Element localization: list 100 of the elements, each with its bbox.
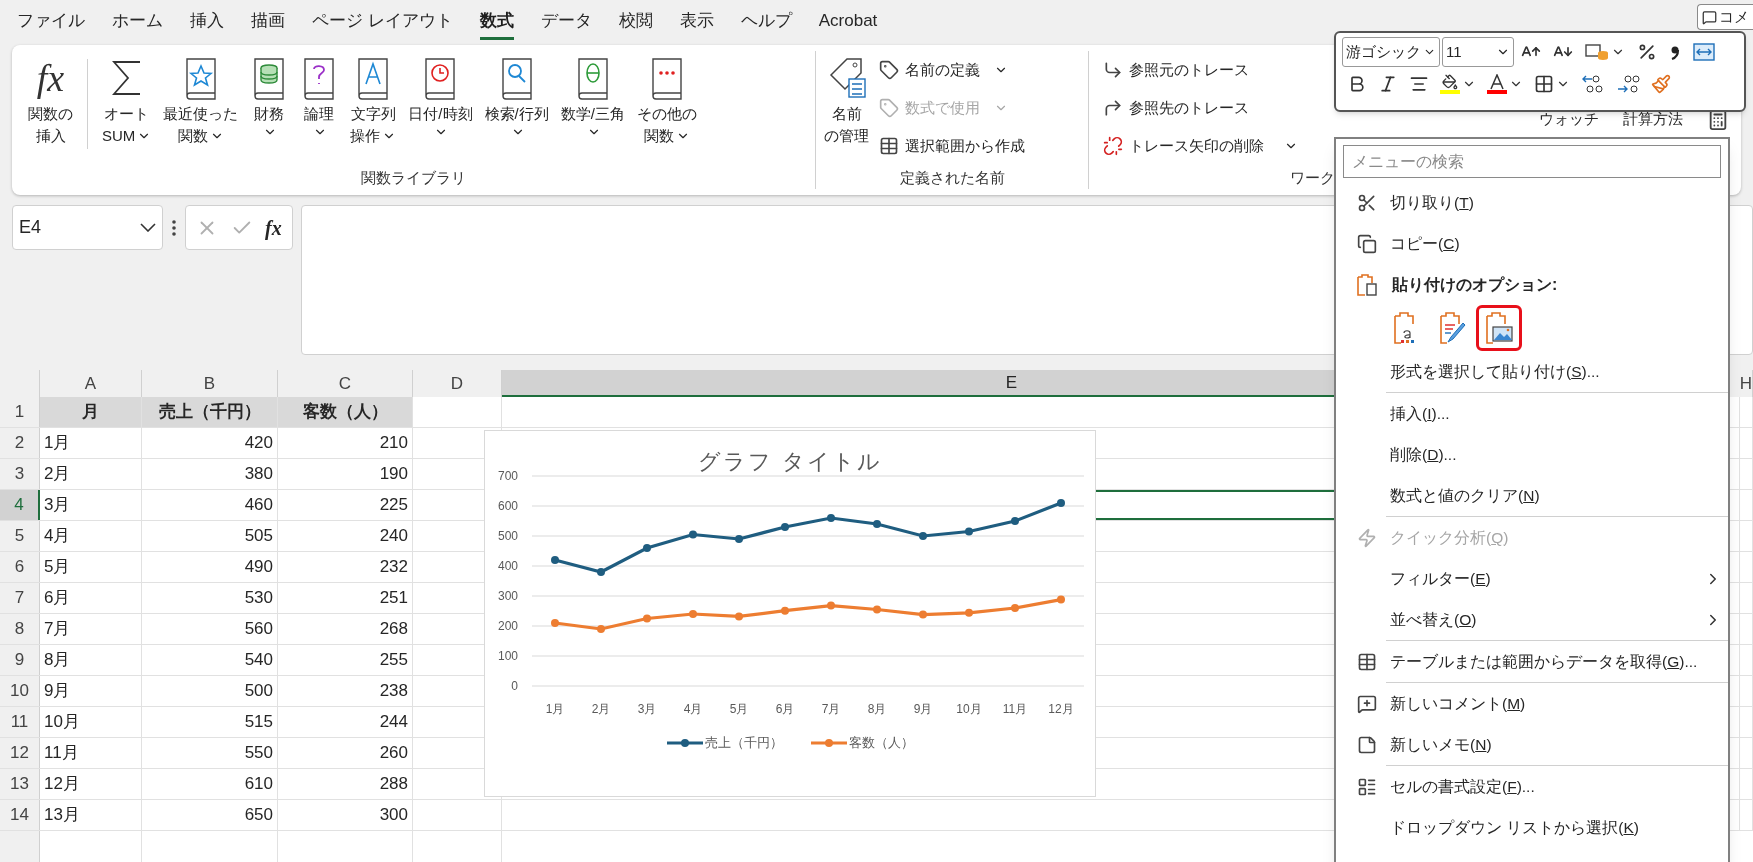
data-point	[965, 608, 973, 617]
data-point	[1011, 517, 1019, 525]
table-cell: 251	[278, 583, 413, 613]
menu-item[interactable]: 新しいコメント(M)	[1336, 683, 1728, 724]
ribbon-button[interactable]: 最近使った 関数	[157, 53, 245, 167]
menu-item[interactable]: 並べ替え(O)	[1336, 599, 1728, 640]
ribbon-button[interactable]: 選択範囲から作成	[879, 133, 1025, 159]
row-header[interactable]: 10	[0, 676, 40, 706]
name-manager-button[interactable]: 名前 の管理	[820, 53, 873, 167]
comment-button[interactable]: コメ	[1697, 4, 1753, 30]
align-center-icon	[1409, 74, 1429, 94]
function-icon: fx	[36, 56, 65, 100]
menu-item[interactable]: フィルター(E)	[1336, 558, 1728, 599]
row-header[interactable]: 5	[0, 521, 40, 551]
lightning-icon	[1357, 527, 1377, 548]
paste-option-button[interactable]	[1476, 305, 1522, 351]
insert-function-button[interactable]: fx	[265, 212, 282, 243]
ribbon-tab[interactable]: 校閲	[618, 4, 653, 40]
ribbon-tab[interactable]: 数式	[479, 4, 514, 40]
axis-tick-label: 300	[497, 589, 518, 603]
chart-title: グラフ タイトル	[698, 448, 882, 476]
menu-item[interactable]: 数式と値のクリア(N)	[1336, 475, 1728, 516]
font-size-field[interactable]: 11	[1442, 37, 1514, 67]
ribbon-button[interactable]: その他の 関数	[630, 53, 703, 167]
data-point	[643, 544, 651, 552]
ribbon-tab[interactable]: ヘルプ	[740, 4, 792, 40]
ribbon-button[interactable]: 計算方法	[1623, 107, 1683, 131]
italic-icon	[1378, 74, 1398, 94]
ribbon-button[interactable]: 参照先のトレース	[1103, 95, 1249, 121]
line-chart[interactable]: グラフ タイトル 0 100 200 300 400 500 600 700 1月 2月 3月 4月 5月 6月 7月 8月 9月 10月 11月 12月 売上（千円） 客数（人）	[484, 430, 1096, 797]
row-header[interactable]: 11	[0, 707, 40, 737]
data-point	[1057, 499, 1065, 507]
table-cell: 190	[278, 459, 413, 489]
row-header[interactable]: 14	[0, 800, 40, 830]
data-point	[873, 520, 881, 528]
row-header[interactable]: 7	[0, 583, 40, 613]
row-header[interactable]: 2	[0, 428, 40, 458]
ribbon-button[interactable]: 文字列 操作	[344, 53, 403, 167]
menu-item[interactable]: 削除(D)...	[1336, 434, 1728, 475]
corner-arrow-icon	[1103, 98, 1123, 118]
row-header[interactable]: 1	[0, 397, 40, 427]
data-point	[551, 556, 559, 564]
ribbon-button[interactable]: 日付/時刻	[402, 53, 479, 167]
data-point	[689, 610, 697, 618]
ribbon-tab[interactable]: ファイル	[17, 4, 85, 40]
ribbon-button[interactable]: トレース矢印の削除	[1103, 133, 1298, 159]
ribbon-button[interactable]: 数学/三角	[554, 53, 631, 167]
ribbon-tab[interactable]: Acrobat	[818, 4, 878, 40]
group-label: ワーク	[1289, 168, 1335, 188]
axis-tick-label: 11月	[1002, 702, 1028, 716]
ribbon-tab[interactable]: 表示	[679, 4, 714, 40]
ribbon-button[interactable]: fx 関数の 挿入	[22, 53, 79, 167]
axis-tick-label: 7月	[821, 702, 841, 716]
ribbon-button[interactable]: 論理	[294, 53, 345, 167]
column-header[interactable]: H	[1740, 370, 1753, 397]
row-header[interactable]: 12	[0, 738, 40, 768]
axis-tick-label: 9月	[913, 702, 933, 716]
ribbon-tab[interactable]: ホーム	[112, 4, 163, 40]
scissors-icon	[1357, 192, 1377, 213]
row-header[interactable]: 8	[0, 614, 40, 644]
menu-search-field[interactable]: メニューの検索	[1343, 145, 1721, 178]
table-cell: 240	[278, 521, 413, 551]
decimal-decrease-icon	[1616, 73, 1640, 95]
ribbon-button[interactable]: 名前の定義	[879, 57, 1025, 83]
ribbon-tab[interactable]: 挿入	[190, 4, 224, 40]
table-cell: 268	[278, 614, 413, 644]
font-name-field[interactable]: 游ゴシック	[1342, 37, 1440, 67]
ribbon-button[interactable]: 参照元のトレース	[1103, 57, 1249, 83]
ribbon-tab[interactable]: データ	[540, 4, 592, 40]
ribbon-button[interactable]: ウォッチ	[1539, 107, 1599, 131]
data-point	[597, 625, 605, 633]
row-header[interactable]: 13	[0, 769, 40, 799]
ribbon-tab[interactable]: ページ レイアウト	[312, 4, 453, 40]
menu-item[interactable]: セルの書式設定(F)...	[1336, 766, 1728, 807]
note-icon	[1357, 734, 1377, 755]
menu-item[interactable]: コピー(C)	[1336, 223, 1728, 264]
table-cell: 260	[278, 738, 413, 768]
more-icon	[171, 219, 177, 237]
axis-tick-label: 4月	[683, 702, 703, 716]
menu-item[interactable]: 切り取り(T)	[1336, 182, 1728, 223]
menu-item[interactable]: ドロップダウン リストから選択(K)	[1336, 807, 1728, 848]
ribbon-button[interactable]: 検索/行列	[478, 53, 555, 167]
table-cell: 540	[142, 645, 278, 675]
ribbon-tab[interactable]: 描画	[251, 4, 285, 40]
table-cell: 500	[142, 676, 278, 706]
row-header[interactable]: 9	[0, 645, 40, 675]
table-cell: 560	[142, 614, 278, 644]
data-point	[643, 614, 651, 623]
table-cell: 550	[142, 738, 278, 768]
row-header[interactable]: 6	[0, 552, 40, 582]
menu-item[interactable]: テーブルまたは範囲からデータを取得(G)...	[1336, 641, 1728, 682]
row-header[interactable]: 4	[0, 490, 40, 520]
data-point	[735, 612, 743, 621]
ribbon-button[interactable]: オート SUM	[96, 53, 158, 167]
name-box[interactable]: E4	[12, 205, 163, 250]
menu-item[interactable]: 新しいメモ(N)	[1336, 724, 1728, 765]
row-header[interactable]: 3	[0, 459, 40, 489]
fill-color-icon	[1440, 74, 1460, 94]
ribbon-button[interactable]: 財務	[244, 53, 295, 167]
data-point	[919, 610, 927, 619]
